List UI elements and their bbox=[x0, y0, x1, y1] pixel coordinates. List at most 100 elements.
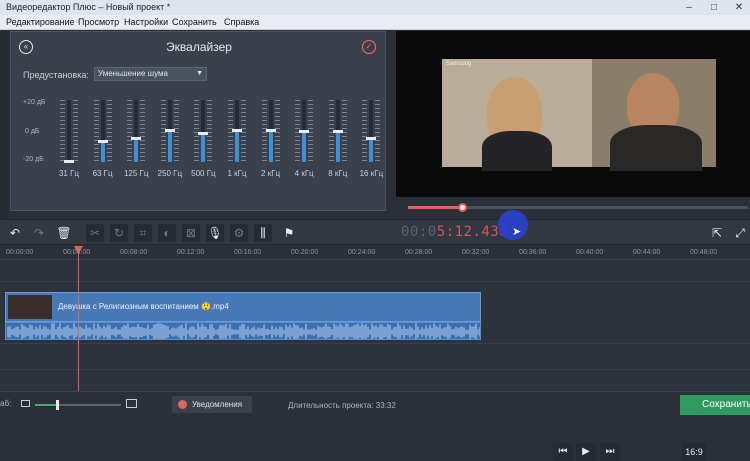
video-clip[interactable]: Девушка с Религиозным воспитанием 😲.mp4 bbox=[5, 292, 481, 322]
video-frame: Samsung bbox=[442, 59, 716, 171]
seek-handle[interactable] bbox=[458, 203, 468, 212]
eq-knob[interactable] bbox=[299, 130, 310, 134]
eq-knob[interactable] bbox=[265, 129, 276, 132]
eq-slider[interactable] bbox=[294, 100, 314, 162]
preset-label: Предустановка: bbox=[23, 70, 89, 80]
redo-icon[interactable]: ↷ bbox=[30, 224, 48, 242]
ruler-tick: 00:12:00 bbox=[177, 249, 205, 256]
menu-settings[interactable]: Настройки bbox=[124, 17, 168, 27]
gear-icon[interactable]: ⚙ bbox=[230, 224, 248, 242]
zoom-out-icon[interactable] bbox=[21, 400, 30, 407]
scale-label: аб: bbox=[0, 399, 12, 408]
checkmark-icon[interactable]: ✓ bbox=[362, 40, 376, 54]
ruler-tick: 00:40:00 bbox=[576, 249, 604, 256]
crop-icon[interactable]: ⌗ bbox=[134, 224, 152, 242]
menu-edit[interactable]: Редактирование bbox=[6, 17, 75, 27]
db-top-label: +20 дБ bbox=[23, 99, 46, 106]
seek-bar[interactable] bbox=[408, 203, 748, 212]
ruler-tick: 00:08:00 bbox=[120, 249, 148, 256]
eq-knob[interactable] bbox=[366, 137, 377, 141]
left-edge bbox=[0, 31, 8, 219]
eq-knob[interactable] bbox=[198, 132, 209, 136]
notifications-button[interactable]: Уведомления bbox=[172, 396, 252, 413]
eq-fill bbox=[201, 134, 206, 162]
aspect-ratio-button[interactable]: 16:9 bbox=[682, 443, 706, 461]
maximize-icon[interactable]: □ bbox=[703, 0, 725, 15]
video-preview: Samsung bbox=[396, 31, 750, 197]
eq-fill bbox=[235, 131, 239, 162]
cut-icon[interactable]: ✂ bbox=[86, 224, 104, 242]
eq-slider[interactable] bbox=[328, 100, 348, 162]
eq-slider[interactable] bbox=[126, 100, 146, 162]
eq-knob[interactable] bbox=[332, 130, 343, 134]
eq-track bbox=[67, 100, 71, 162]
eq-slider[interactable] bbox=[160, 100, 180, 162]
skip-forward-icon[interactable]: ⏭ bbox=[600, 443, 620, 461]
eq-fill bbox=[302, 132, 307, 162]
close-icon[interactable]: ✕ bbox=[728, 0, 750, 15]
microphone-icon[interactable]: 🎙 bbox=[206, 224, 224, 242]
menu-help[interactable]: Справка bbox=[224, 17, 259, 27]
person-right-body bbox=[610, 125, 702, 171]
ruler-tick: 00:20:00 bbox=[291, 249, 319, 256]
eq-knob[interactable] bbox=[97, 140, 108, 144]
title-bar: Видеоредактор Плюс – Новый проект * – □ … bbox=[0, 0, 750, 15]
eq-knob[interactable] bbox=[64, 160, 74, 163]
zoom-handle[interactable] bbox=[55, 400, 59, 410]
playhead-line[interactable] bbox=[78, 246, 79, 391]
cursor-icon: ➤ bbox=[512, 226, 522, 238]
eq-fill bbox=[268, 131, 273, 162]
window-title: Видеоредактор Плюс – Новый проект * bbox=[6, 2, 171, 12]
undo-icon[interactable]: ↶ bbox=[6, 224, 24, 242]
equalizer-icon[interactable]: ⫼ bbox=[254, 224, 272, 242]
delete-icon[interactable]: 🗑 bbox=[55, 224, 73, 242]
menu-bar: Редактирование Просмотр Настройки Сохран… bbox=[0, 15, 750, 30]
timecode-prefix: 00:0 bbox=[401, 224, 437, 240]
eq-knob[interactable] bbox=[164, 129, 175, 132]
preset-dropdown[interactable]: Уменьшение шума ▼ bbox=[94, 67, 207, 81]
rotate-icon[interactable]: ↻ bbox=[110, 224, 128, 242]
notifications-label: Уведомления bbox=[192, 400, 243, 409]
color-icon[interactable]: ◐ bbox=[158, 224, 176, 242]
zoom-in-icon[interactable] bbox=[126, 399, 137, 408]
db-bottom-label: -20 дБ bbox=[23, 156, 44, 163]
flag-icon[interactable]: ⚑ bbox=[280, 224, 298, 242]
zoom-slider[interactable] bbox=[35, 400, 121, 410]
ruler-tick: 00:44:00 bbox=[633, 249, 661, 256]
eq-slider[interactable] bbox=[93, 100, 113, 162]
video-right-panel bbox=[592, 59, 716, 171]
chevron-down-icon: ▼ bbox=[196, 70, 203, 77]
fullscreen-icon[interactable]: ⤢ bbox=[731, 224, 749, 242]
menu-save[interactable]: Сохранить bbox=[172, 17, 217, 27]
transition-icon[interactable]: ⊠ bbox=[182, 224, 200, 242]
ruler-tick: 00:36:00 bbox=[519, 249, 547, 256]
eq-band-label: 16 кГц bbox=[359, 169, 384, 178]
ruler-tick: 00:24:00 bbox=[348, 249, 376, 256]
ruler-tick: 00:32:00 bbox=[462, 249, 490, 256]
eq-slider[interactable] bbox=[227, 100, 247, 162]
watermark-text: Samsung bbox=[446, 61, 472, 67]
audio-waveform[interactable] bbox=[5, 322, 481, 340]
skip-back-icon[interactable]: ⏮ bbox=[553, 443, 573, 461]
minimize-icon[interactable]: – bbox=[678, 0, 700, 15]
eq-knob[interactable] bbox=[131, 137, 142, 141]
timeline-ruler[interactable]: 00:00:00 00:04:00 00:08:00 00:12:00 00:1… bbox=[0, 246, 750, 260]
popout-icon[interactable]: ⇱ bbox=[708, 224, 726, 242]
seek-progress bbox=[408, 206, 463, 209]
eq-fill bbox=[335, 132, 340, 162]
ruler-tick: 00:48:00 bbox=[690, 249, 718, 256]
eq-slider[interactable] bbox=[361, 100, 381, 162]
save-button[interactable]: Сохранить bbox=[680, 395, 750, 415]
play-icon[interactable]: ▶ bbox=[576, 443, 596, 461]
clip-thumbnail bbox=[8, 295, 52, 319]
edit-toolbar: ↶ ↷ 🗑 ✂ ↻ ⌗ ◐ ⊠ 🎙 ⚙ ⫼ ⚑ ⏮ ▶ ⏭ 16:9 ⇱ ⤢ bbox=[0, 219, 750, 461]
eq-knob[interactable] bbox=[232, 129, 242, 132]
zoom-fill bbox=[35, 404, 57, 406]
equalizer-title: Эквалайзер bbox=[166, 40, 232, 54]
track-divider bbox=[0, 281, 750, 282]
eq-slider[interactable] bbox=[261, 100, 281, 162]
eq-slider[interactable] bbox=[193, 100, 213, 162]
eq-slider[interactable] bbox=[59, 100, 79, 163]
menu-view[interactable]: Просмотр bbox=[78, 17, 119, 27]
video-left-panel: Samsung bbox=[442, 59, 592, 171]
